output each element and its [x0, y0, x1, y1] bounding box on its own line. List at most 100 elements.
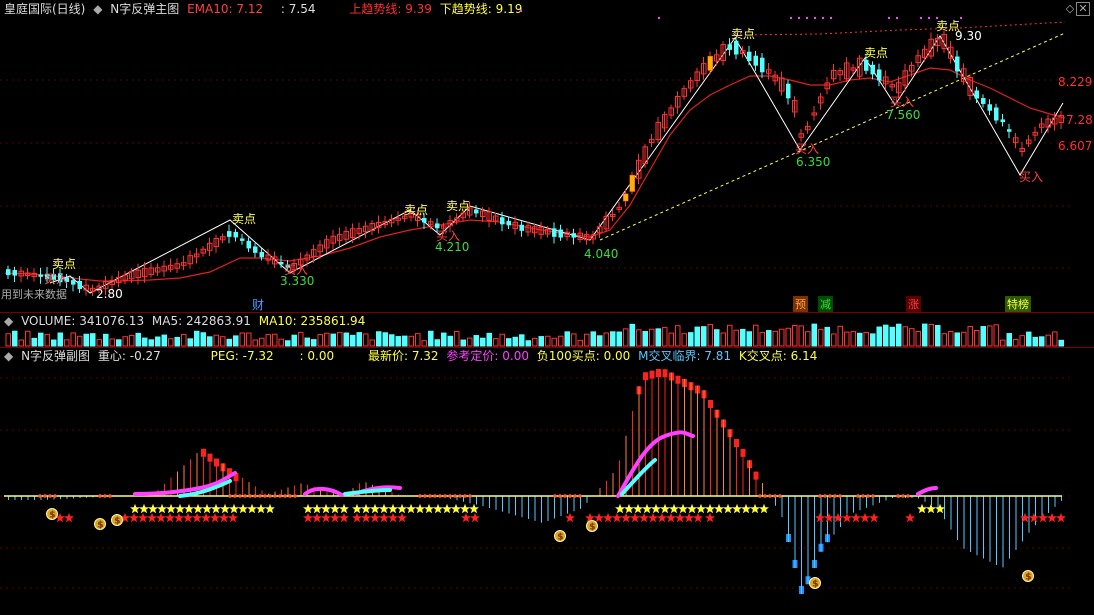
event-badge-reduce[interactable]: 减	[818, 296, 833, 312]
buy-point-label: 买入	[44, 272, 68, 286]
volume-bar	[993, 324, 999, 347]
star-icon	[648, 512, 658, 523]
marker-dot	[43, 494, 47, 498]
price-label: 6.350	[796, 155, 830, 169]
volume-bar	[551, 337, 557, 347]
volume-bar	[486, 332, 492, 347]
star-icon	[470, 512, 480, 523]
volume-bar	[356, 332, 362, 347]
star-icon	[193, 503, 203, 514]
marker-dot	[248, 494, 252, 498]
candle-down	[994, 107, 999, 121]
star-icon	[869, 512, 879, 523]
candle-down	[552, 228, 557, 237]
candle-down	[753, 55, 758, 66]
star-icon	[330, 512, 340, 523]
candle-down	[955, 56, 960, 72]
star-icon	[678, 503, 688, 514]
candle-down	[571, 233, 576, 238]
event-badge-forecast[interactable]: 预	[793, 296, 808, 312]
event-badge-rise[interactable]: 涨	[906, 296, 921, 312]
star-icon	[147, 512, 157, 523]
price-label: 7.560	[886, 108, 920, 122]
star-icon	[312, 503, 322, 514]
star-icon	[451, 503, 461, 514]
star-icon	[202, 503, 212, 514]
volume-bar	[155, 336, 161, 347]
volume-bar	[701, 326, 707, 347]
candle-down	[519, 224, 524, 231]
main-chart[interactable]: 卖点 卖点 卖点 卖点 卖点 卖点 卖点 买入 买入 买入 买入 买入 买入 2…	[0, 0, 1094, 312]
star-icon	[247, 503, 257, 514]
volume-bar	[1000, 339, 1006, 347]
candle-down	[422, 217, 427, 223]
star-icon	[321, 503, 331, 514]
star-icon	[651, 503, 661, 514]
candle-highlight	[623, 193, 628, 201]
star-icon	[129, 512, 139, 523]
volume-bar	[369, 339, 375, 347]
marker-dot	[573, 494, 577, 498]
star-icon	[1056, 512, 1066, 523]
event-badge-special[interactable]: 特榜	[1005, 296, 1031, 312]
candle-down	[77, 280, 82, 290]
marker-dot	[553, 494, 557, 498]
volume-bar	[441, 332, 447, 347]
marker-dot	[228, 494, 232, 498]
candle-down	[233, 231, 238, 238]
star-icon	[687, 503, 697, 514]
volume-bar	[896, 323, 902, 347]
volume-bar	[226, 338, 232, 347]
candle-down	[227, 231, 232, 237]
star-icon	[669, 503, 679, 514]
buy-markers: 买入 买入 买入 买入 买入 买入	[44, 95, 1043, 286]
star-icon	[460, 503, 470, 514]
event-badge-finance[interactable]: 财	[252, 296, 264, 313]
marker-dot	[558, 494, 562, 498]
volume-bar	[408, 335, 414, 347]
star-icon	[379, 503, 389, 514]
star-icon	[139, 503, 149, 514]
volume-bar	[584, 333, 590, 347]
volume-bar	[974, 329, 980, 347]
candle-down	[71, 280, 76, 285]
volume-bar	[376, 331, 382, 347]
star-icon	[424, 503, 434, 514]
volume-bar	[330, 333, 336, 347]
candle-down	[1007, 129, 1012, 132]
star-icon	[1029, 512, 1039, 523]
star-icon	[705, 512, 715, 523]
star-icon	[442, 503, 452, 514]
marker-dot	[263, 494, 267, 498]
volume-bar	[987, 325, 993, 347]
marker-dot	[38, 494, 42, 498]
price-label: 6.607	[1058, 139, 1092, 153]
star-icon	[657, 512, 667, 523]
money-bag-glyph: $	[1025, 573, 1031, 583]
marker-dot	[773, 494, 777, 498]
volume-bar	[90, 333, 96, 347]
volume-bar	[415, 333, 421, 347]
marker-dot	[818, 494, 822, 498]
money-bag-glyph: $	[49, 511, 55, 521]
star-icon	[201, 512, 211, 523]
volume-chart[interactable]	[0, 312, 1094, 348]
star-icon	[339, 512, 349, 523]
star-icon	[565, 512, 575, 523]
candle-down	[246, 240, 251, 249]
sub-chart[interactable]: $ $ $ $ $ $ $	[0, 348, 1094, 615]
candle-down	[747, 51, 752, 61]
star-icon	[732, 503, 742, 514]
star-icon	[723, 503, 733, 514]
volume-bar	[603, 332, 609, 347]
star-icon	[175, 503, 185, 514]
star-icon	[339, 503, 349, 514]
volume-bar	[506, 338, 512, 347]
candlesticks	[6, 30, 1064, 297]
volume-bar	[571, 333, 577, 347]
volume-bar	[1039, 336, 1045, 347]
volume-bar	[824, 326, 830, 347]
volume-bar	[805, 331, 811, 347]
star-icon	[330, 503, 340, 514]
volume-bar	[870, 333, 876, 347]
